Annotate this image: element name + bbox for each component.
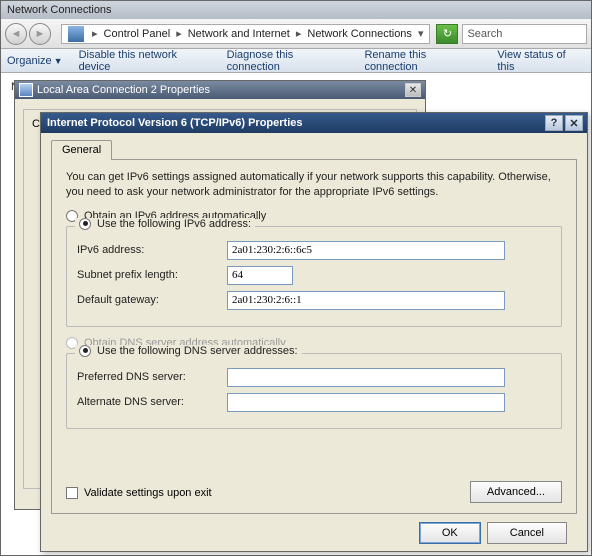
validate-label: Validate settings upon exit xyxy=(84,487,212,499)
tab-general[interactable]: General xyxy=(51,140,112,160)
nav-forward-button[interactable]: ► xyxy=(29,23,51,45)
preferred-dns-input[interactable] xyxy=(227,368,505,387)
subnet-prefix-label: Subnet prefix length: xyxy=(77,269,227,281)
alternate-dns-label: Alternate DNS server: xyxy=(77,396,227,408)
diagnose-button[interactable]: Diagnose this connection xyxy=(227,49,349,73)
refresh-button[interactable]: ↻ xyxy=(436,24,458,44)
network-adapter-icon xyxy=(19,83,33,97)
validate-checkbox[interactable]: Validate settings upon exit xyxy=(66,487,212,499)
lac2-title: Local Area Connection 2 Properties xyxy=(37,84,210,96)
ipv6-address-group: Use the following IPv6 address: IPv6 add… xyxy=(66,226,562,327)
chevron-right-icon: ▸ xyxy=(88,27,102,40)
chevron-right-icon: ▸ xyxy=(172,27,186,40)
parent-toolbar: ◄ ► ▸ Control Panel ▸ Network and Intern… xyxy=(1,19,591,49)
default-gateway-label: Default gateway: xyxy=(77,294,227,306)
dialog-title: Internet Protocol Version 6 (TCP/IPv6) P… xyxy=(45,117,543,129)
dns-group: Use the following DNS server addresses: … xyxy=(66,353,562,429)
ipv6-address-input[interactable] xyxy=(227,241,505,260)
body-fragment: C xyxy=(32,118,40,130)
preferred-dns-label: Preferred DNS server: xyxy=(77,371,227,383)
parent-title: Network Connections xyxy=(7,4,112,16)
cancel-button[interactable]: Cancel xyxy=(487,522,567,544)
command-bar: Organize▼ Disable this network device Di… xyxy=(1,49,591,73)
advanced-button[interactable]: Advanced... xyxy=(470,481,562,503)
chevron-right-icon: ▸ xyxy=(292,27,306,40)
rename-button[interactable]: Rename this connection xyxy=(364,49,481,73)
dialog-titlebar: Internet Protocol Version 6 (TCP/IPv6) P… xyxy=(41,113,587,133)
radio-use-dns-manual[interactable]: Use the following DNS server addresses: xyxy=(75,345,302,357)
description-text: You can get IPv6 settings assigned autom… xyxy=(66,170,562,200)
alternate-dns-input[interactable] xyxy=(227,393,505,412)
radio-label: Use the following DNS server addresses: xyxy=(97,345,298,357)
breadcrumb-item[interactable]: Network Connections xyxy=(305,28,414,40)
ipv6-properties-dialog: Internet Protocol Version 6 (TCP/IPv6) P… xyxy=(40,112,588,552)
breadcrumb-item[interactable]: Network and Internet xyxy=(186,28,292,40)
checkbox-icon xyxy=(66,487,78,499)
disable-device-button[interactable]: Disable this network device xyxy=(79,49,211,73)
help-button[interactable]: ? xyxy=(545,115,563,131)
dialog-footer: OK Cancel xyxy=(51,514,577,544)
close-button[interactable]: ✕ xyxy=(405,83,421,97)
chevron-down-icon: ▾ xyxy=(414,27,428,40)
view-status-button[interactable]: View status of this xyxy=(497,49,585,73)
ok-button[interactable]: OK xyxy=(419,522,481,544)
radio-use-ipv6-manual[interactable]: Use the following IPv6 address: xyxy=(75,218,255,230)
breadcrumb[interactable]: ▸ Control Panel ▸ Network and Internet ▸… xyxy=(61,24,430,44)
tabstrip: General xyxy=(51,139,577,160)
lac2-titlebar: Local Area Connection 2 Properties ✕ xyxy=(15,81,425,99)
search-placeholder: Search xyxy=(467,28,502,40)
search-input[interactable]: Search xyxy=(462,24,587,44)
close-button[interactable]: ✕ xyxy=(565,115,583,131)
dialog-body: General You can get IPv6 settings assign… xyxy=(41,133,587,552)
radio-label: Use the following IPv6 address: xyxy=(97,218,251,230)
default-gateway-input[interactable] xyxy=(227,291,505,310)
control-panel-icon xyxy=(68,26,84,42)
nav-back-button[interactable]: ◄ xyxy=(5,23,27,45)
radio-icon xyxy=(79,218,91,230)
breadcrumb-item[interactable]: Control Panel xyxy=(102,28,173,40)
radio-icon xyxy=(79,345,91,357)
tab-content: You can get IPv6 settings assigned autom… xyxy=(51,160,577,514)
organize-menu[interactable]: Organize▼ xyxy=(7,55,63,67)
parent-titlebar: Network Connections xyxy=(1,1,591,19)
ipv6-address-label: IPv6 address: xyxy=(77,244,227,256)
subnet-prefix-input[interactable] xyxy=(227,266,293,285)
